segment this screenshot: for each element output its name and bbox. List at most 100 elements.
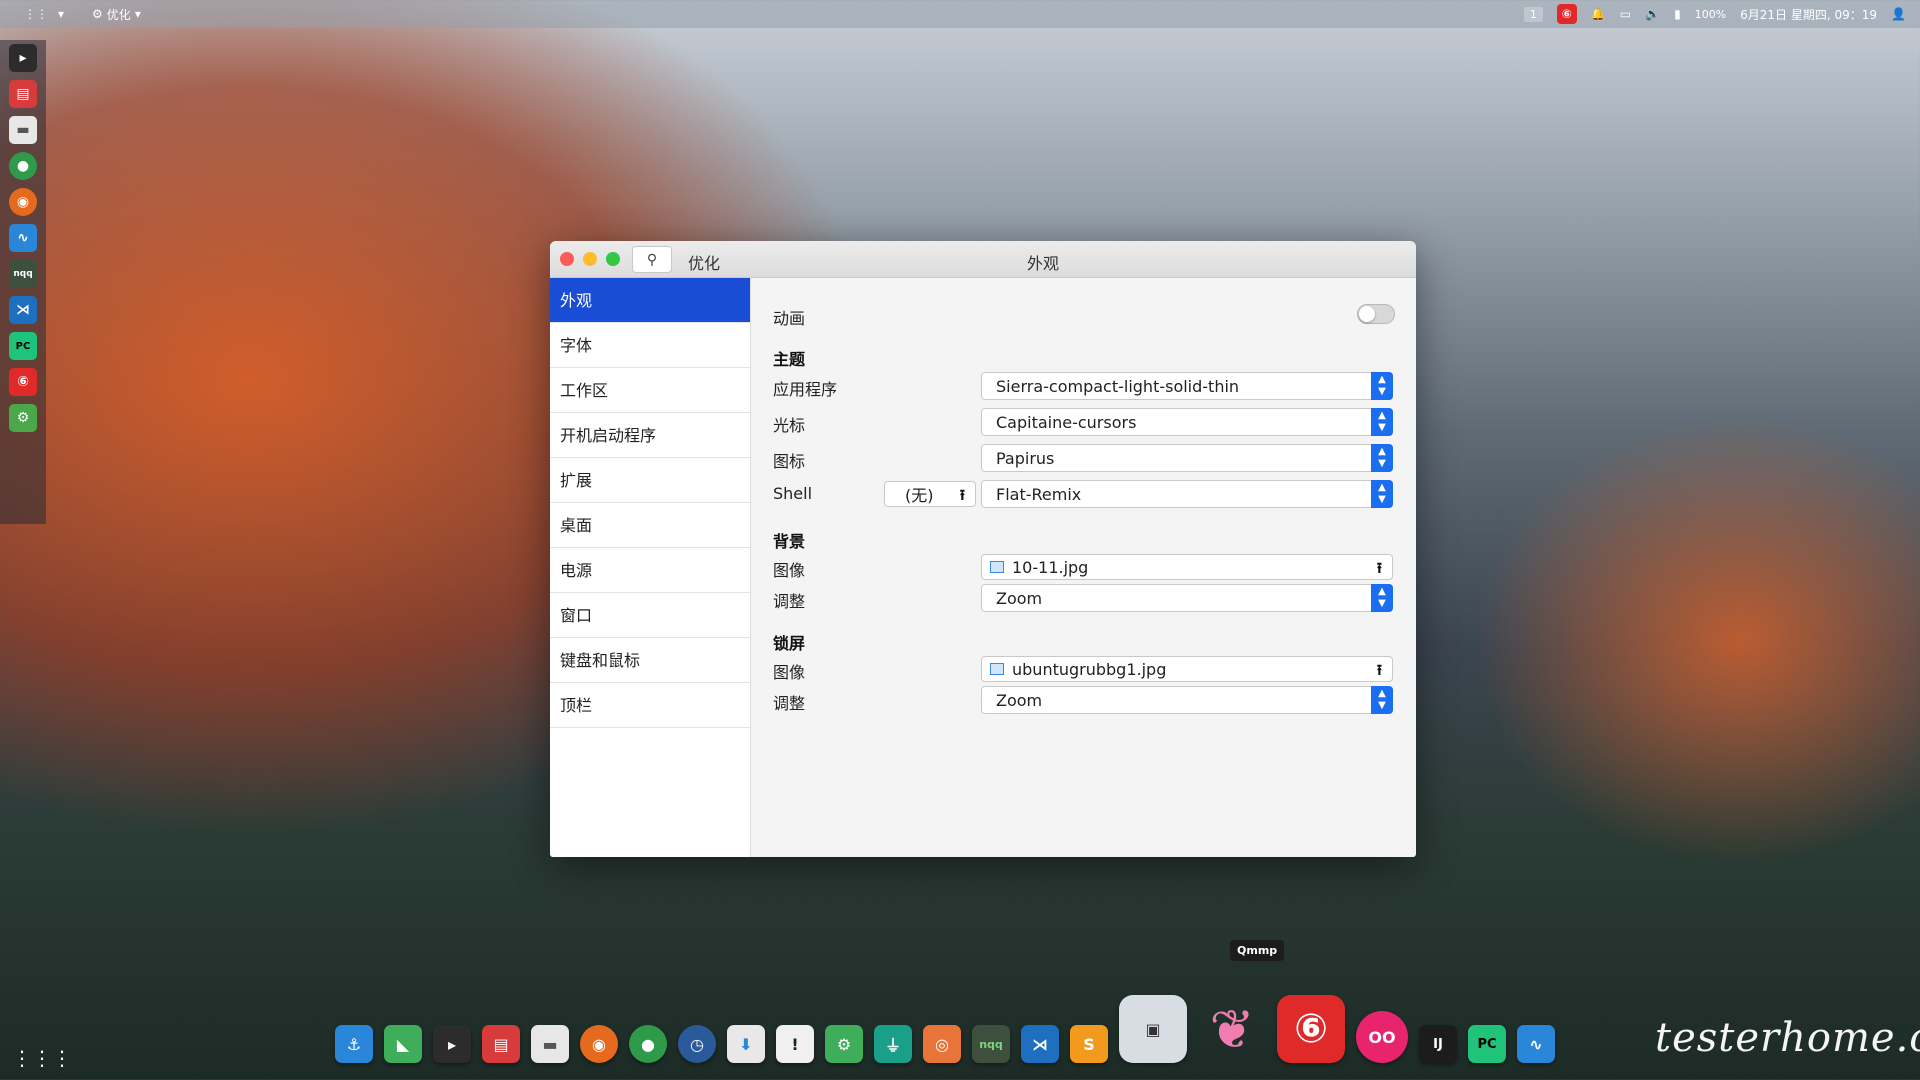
vscode-icon[interactable]: ⋊ bbox=[9, 296, 37, 324]
lock-image-button[interactable]: ubuntugrubbg1.jpg ⭱ bbox=[981, 656, 1393, 682]
terminal-icon[interactable]: ▸ bbox=[433, 1025, 471, 1063]
battery-percent: 100% bbox=[1694, 7, 1727, 21]
screenshot-tool-icon[interactable]: ▣ bbox=[1119, 995, 1187, 1063]
netease-music-icon[interactable]: ⑥ bbox=[9, 368, 37, 396]
lock-adjust-label: 调整 bbox=[773, 694, 806, 713]
shell-file-value: (无) bbox=[905, 486, 934, 505]
bell-icon[interactable]: 🔔 bbox=[1591, 7, 1606, 21]
sidebar-item-power[interactable]: 电源 bbox=[550, 548, 750, 593]
osu-icon[interactable]: OO bbox=[1356, 1011, 1408, 1063]
system-monitor-icon[interactable]: ∿ bbox=[9, 224, 37, 252]
background-adjust-select[interactable]: Zoom ▲ ▼ bbox=[981, 584, 1393, 612]
file-manager-icon[interactable]: ▬ bbox=[9, 116, 37, 144]
upload-icon: ⭱ bbox=[1376, 559, 1382, 577]
lock-image-value: ubuntugrubbg1.jpg bbox=[1012, 659, 1167, 679]
anchor-icon[interactable]: ⚓ bbox=[335, 1025, 373, 1063]
cursor-theme-value: Capitaine-cursors bbox=[996, 412, 1137, 432]
screen-icon[interactable]: ▭ bbox=[1620, 7, 1631, 21]
document-viewer-icon[interactable]: ▤ bbox=[9, 80, 37, 108]
netease-music-tray-icon[interactable]: ⑥ bbox=[1556, 4, 1577, 24]
toggle-knob bbox=[1359, 306, 1375, 322]
chevron-updown-icon: ▲ ▼ bbox=[1371, 372, 1393, 400]
sidebar-item-windows[interactable]: 窗口 bbox=[550, 593, 750, 638]
bottom-dock: ⚓ ◣ ▸ ▤ ▬ ◉ ● ◷ ⬇ ! ⚙ ⏚ ◎ nqq ⋊ S ▣ ❦ ⑥ … bbox=[335, 985, 1585, 1063]
lock-adjust-value: Zoom bbox=[996, 690, 1043, 710]
lock-adjust-select[interactable]: Zoom ▲ ▼ bbox=[981, 686, 1393, 714]
background-heading: 背景 bbox=[773, 532, 806, 551]
chevron-updown-icon: ▲ ▼ bbox=[1371, 584, 1393, 612]
activities-grid-icon[interactable]: ⋮⋮ bbox=[24, 7, 48, 21]
activity-monitor-icon[interactable]: ∿ bbox=[1517, 1025, 1555, 1063]
background-image-label: 图像 bbox=[773, 561, 806, 580]
applications-theme-value: Sierra-compact-light-solid-thin bbox=[996, 376, 1240, 396]
chevron-updown-icon: ▲ ▼ bbox=[1371, 686, 1393, 714]
show-applications-icon[interactable]: ⋮⋮⋮ bbox=[12, 1046, 72, 1070]
app-menu-label: 优化 bbox=[106, 7, 131, 22]
upload-icon: ⭱ bbox=[1376, 661, 1382, 679]
chevron-updown-icon: ▲ ▼ bbox=[1371, 408, 1393, 436]
chevron-updown-icon: ▲ ▼ bbox=[1371, 480, 1393, 508]
shell-file-button[interactable]: (无) ⭱ bbox=[884, 481, 976, 507]
battery-icon[interactable]: ▮ bbox=[1674, 7, 1681, 21]
tweaks-window: ⚲ 优化 外观 外观 字体 工作区 开机启动程序 扩展 桌面 电源 窗口 键盘和… bbox=[550, 241, 1416, 857]
chevron-down-icon: ▾ bbox=[134, 7, 141, 21]
window-titlebar[interactable]: ⚲ 优化 外观 bbox=[550, 241, 1416, 278]
tweaks-app-menu[interactable]: ⚙ 优化 ▾ bbox=[92, 6, 141, 23]
qmmp-butterfly-icon[interactable]: ❦ bbox=[1198, 995, 1266, 1063]
workspace-indicator[interactable]: 1 bbox=[1523, 6, 1543, 22]
tweaks-icon[interactable]: ⚙ bbox=[9, 404, 37, 432]
appearance-panel: 动画 主题 应用程序 Sierra-compact-light-solid-th… bbox=[751, 278, 1416, 857]
sidebar-item-extensions[interactable]: 扩展 bbox=[550, 458, 750, 503]
sidebar-item-workspaces[interactable]: 工作区 bbox=[550, 368, 750, 413]
sublime-text-icon[interactable]: S bbox=[1070, 1025, 1108, 1063]
document-viewer-icon[interactable]: ▤ bbox=[482, 1025, 520, 1063]
pycharm-icon[interactable]: PC bbox=[9, 332, 37, 360]
intellij-icon[interactable]: IJ bbox=[1419, 1025, 1457, 1063]
volume-icon[interactable]: 🔈 bbox=[1645, 7, 1660, 21]
gear-icon: ⚙ bbox=[92, 7, 103, 21]
clock[interactable]: 6月21日 星期四, 09：19 bbox=[1740, 6, 1877, 23]
clock-icon[interactable]: ◷ bbox=[678, 1025, 716, 1063]
sidebar-item-keyboard-mouse[interactable]: 键盘和鼠标 bbox=[550, 638, 750, 683]
ubuntu-make-icon[interactable]: ◎ bbox=[923, 1025, 961, 1063]
firefox-icon[interactable]: ◉ bbox=[9, 188, 37, 216]
netease-music-icon[interactable]: ⑥ bbox=[1277, 995, 1345, 1063]
lock-image-label: 图像 bbox=[773, 663, 806, 682]
package-installer-icon[interactable]: ⬇ bbox=[727, 1025, 765, 1063]
background-image-value: 10-11.jpg bbox=[1012, 557, 1089, 577]
watermark: testerhome.com bbox=[1655, 1015, 1920, 1061]
left-dock: ▸ ▤ ▬ ● ◉ ∿ nqq ⋊ PC ⑥ ⚙ bbox=[0, 40, 46, 524]
vscode-icon[interactable]: ⋊ bbox=[1021, 1025, 1059, 1063]
update-manager-icon[interactable]: ! bbox=[776, 1025, 814, 1063]
sidebar-item-top-bar[interactable]: 顶栏 bbox=[550, 683, 750, 728]
system-monitor-chart-icon[interactable]: ◣ bbox=[384, 1025, 422, 1063]
sidebar-item-startup-apps[interactable]: 开机启动程序 bbox=[550, 413, 750, 458]
tweaks-icon[interactable]: ⚙ bbox=[825, 1025, 863, 1063]
pycharm-icon[interactable]: PC bbox=[1468, 1025, 1506, 1063]
background-image-button[interactable]: 10-11.jpg ⭱ bbox=[981, 554, 1393, 580]
sidebar-item-appearance[interactable]: 外观 bbox=[550, 278, 750, 323]
icons-theme-select[interactable]: Papirus ▲ ▼ bbox=[981, 444, 1393, 472]
firefox-icon[interactable]: ◉ bbox=[580, 1025, 618, 1063]
terminal-icon[interactable]: ▸ bbox=[9, 44, 37, 72]
plug-icon[interactable]: ⏚ bbox=[874, 1025, 912, 1063]
chevron-down-icon[interactable]: ▾ bbox=[58, 7, 64, 21]
chevron-updown-icon: ▲ ▼ bbox=[1371, 444, 1393, 472]
applications-theme-select[interactable]: Sierra-compact-light-solid-thin ▲ ▼ bbox=[981, 372, 1393, 400]
dock-tooltip: Qmmp bbox=[1230, 940, 1285, 961]
sidebar-item-fonts[interactable]: 字体 bbox=[550, 323, 750, 368]
shell-theme-select[interactable]: Flat-Remix ▲ ▼ bbox=[981, 480, 1393, 508]
chrome-icon[interactable]: ● bbox=[629, 1025, 667, 1063]
shell-theme-value: Flat-Remix bbox=[996, 484, 1082, 504]
shell-label: Shell bbox=[773, 484, 813, 503]
file-manager-icon[interactable]: ▬ bbox=[531, 1025, 569, 1063]
user-icon[interactable]: 👤 bbox=[1891, 7, 1906, 21]
animation-toggle[interactable] bbox=[1357, 304, 1395, 324]
icons-label: 图标 bbox=[773, 452, 806, 471]
notepadqq-icon[interactable]: nqq bbox=[9, 260, 37, 288]
chrome-icon[interactable]: ● bbox=[9, 152, 37, 180]
cursor-theme-select[interactable]: Capitaine-cursors ▲ ▼ bbox=[981, 408, 1393, 436]
notepadqq-icon[interactable]: nqq bbox=[972, 1025, 1010, 1063]
theme-heading: 主题 bbox=[773, 350, 806, 369]
sidebar-item-desktop[interactable]: 桌面 bbox=[550, 503, 750, 548]
